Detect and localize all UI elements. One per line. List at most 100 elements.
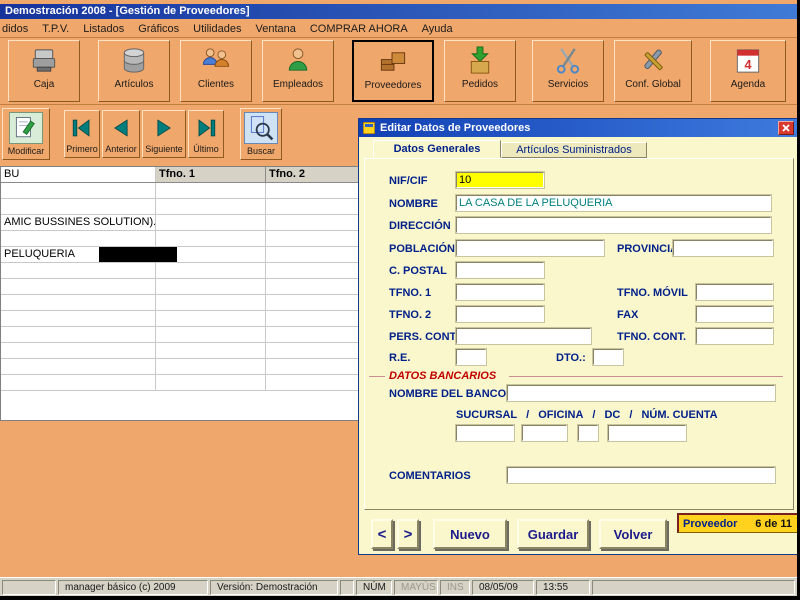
- banco-label: NOMBRE DEL BANCO: [389, 388, 507, 400]
- previous-record-button[interactable]: Anterior: [102, 110, 140, 158]
- status-panel-empty: [2, 579, 56, 595]
- menu-item-ventana[interactable]: Ventana: [248, 23, 302, 35]
- status-date: 08/05/09: [472, 579, 534, 595]
- poblacion-input[interactable]: [455, 239, 605, 257]
- poblacion-label: POBLACIÓN: [389, 243, 455, 255]
- fax-input[interactable]: [695, 305, 774, 323]
- tfno1-input[interactable]: [455, 283, 545, 301]
- buscar-label: Buscar: [246, 146, 275, 156]
- table-row[interactable]: [1, 311, 361, 327]
- table-row[interactable]: [1, 263, 361, 279]
- comentarios-input[interactable]: [506, 466, 776, 484]
- record-counter: Proveedor 6 de 11: [677, 513, 797, 533]
- separator: /: [592, 409, 596, 421]
- last-record-button[interactable]: Último: [188, 110, 224, 158]
- provincia-label: PROVINCIA: [617, 243, 679, 255]
- table-row[interactable]: [1, 359, 361, 375]
- table-row[interactable]: [1, 199, 361, 215]
- direccion-label: DIRECCIÓN: [389, 220, 451, 232]
- table-row[interactable]: AMIC BUSSINES SOLUTION).: [1, 215, 361, 231]
- table-row[interactable]: [1, 231, 361, 247]
- tfno2-input[interactable]: [455, 305, 545, 323]
- grid-header-tfno1: Tfno. 1: [156, 167, 266, 182]
- divider: [369, 376, 385, 377]
- menu-item-pedidos[interactable]: didos: [0, 23, 35, 35]
- menu-item-graficos[interactable]: Gráficos: [131, 23, 186, 35]
- menu-item-ayuda[interactable]: Ayuda: [415, 23, 460, 35]
- num-cuenta-input[interactable]: [607, 424, 687, 442]
- first-record-button[interactable]: Primero: [64, 110, 100, 158]
- menu-item-comprar-ahora[interactable]: COMPRAR AHORA: [303, 23, 415, 35]
- table-row[interactable]: [1, 183, 361, 199]
- menu-item-listados[interactable]: Listados: [76, 23, 131, 35]
- separator: /: [629, 409, 633, 421]
- toolbar-button-conf-global[interactable]: Conf. Global: [614, 40, 692, 102]
- modificar-button[interactable]: Modificar: [2, 108, 50, 160]
- banco-input[interactable]: [506, 384, 776, 402]
- nif-input[interactable]: [455, 171, 545, 189]
- toolbar-button-clientes[interactable]: Clientes: [180, 40, 252, 102]
- svg-text:4: 4: [745, 58, 752, 72]
- buscar-button[interactable]: Buscar: [240, 108, 282, 160]
- orders-box-arrow-icon: [463, 44, 497, 77]
- table-row[interactable]: [1, 295, 361, 311]
- pers-cont-input[interactable]: [455, 327, 592, 345]
- next-button[interactable]: >: [397, 519, 419, 549]
- close-icon[interactable]: [778, 121, 794, 135]
- toolbar-button-servicios[interactable]: Servicios: [532, 40, 604, 102]
- tfno-cont-input[interactable]: [695, 327, 774, 345]
- dialog-title-bar[interactable]: Editar Datos de Proveedores: [359, 119, 797, 137]
- menu-item-tpv[interactable]: T.P.V.: [35, 23, 76, 35]
- re-input[interactable]: [455, 348, 487, 366]
- toolbar-button-agenda[interactable]: 4 Agenda: [710, 40, 786, 102]
- previous-button[interactable]: <: [371, 519, 393, 549]
- tfno-movil-input[interactable]: [695, 283, 774, 301]
- table-row[interactable]: [1, 343, 361, 359]
- tab-datos-generales[interactable]: Datos Generales: [373, 140, 501, 158]
- status-bar: manager básico (c) 2009 Versión: Demostr…: [0, 577, 797, 596]
- menu-item-utilidades[interactable]: Utilidades: [186, 23, 248, 35]
- next-record-button[interactable]: Siguiente: [142, 110, 186, 158]
- direccion-input[interactable]: [455, 216, 772, 234]
- oficina-input[interactable]: [521, 424, 568, 442]
- window-title: Demostración 2008 - [Gestión de Proveedo…: [5, 5, 250, 17]
- record-counter-label: Proveedor: [683, 517, 738, 530]
- calendar-icon: 4: [731, 44, 765, 77]
- sucursal-label: SUCURSAL: [456, 409, 518, 421]
- dialog-title: Editar Datos de Proveedores: [380, 122, 531, 134]
- toolbar-button-caja[interactable]: Caja: [8, 40, 80, 102]
- grid-header-tfno2: Tfno. 2: [266, 167, 361, 182]
- cash-register-icon: [27, 44, 61, 77]
- table-row[interactable]: [1, 327, 361, 343]
- table-row-selected[interactable]: PELUQUERIA: [1, 247, 361, 263]
- table-row[interactable]: [1, 279, 361, 295]
- divider: [0, 104, 797, 105]
- status-app-info: manager básico (c) 2009: [58, 579, 208, 595]
- nuevo-button[interactable]: Nuevo: [433, 519, 507, 549]
- tfno2-label: TFNO. 2: [389, 309, 432, 321]
- provincia-input[interactable]: [672, 239, 774, 257]
- status-version: Versión: Demostración: [210, 579, 338, 595]
- employee-person-icon: [281, 44, 315, 77]
- tab-articulos-suministrados[interactable]: Artículos Suministrados: [501, 142, 647, 158]
- previous-record-label: Anterior: [105, 144, 137, 154]
- supplier-boxes-icon: [376, 45, 410, 78]
- comentarios-label: COMENTARIOS: [389, 470, 471, 482]
- nombre-input[interactable]: [455, 194, 772, 212]
- suppliers-grid: BU Tfno. 1 Tfno. 2 AMIC BUSSINES SOLUTIO…: [0, 166, 362, 421]
- guardar-button[interactable]: Guardar: [517, 519, 589, 549]
- dto-input[interactable]: [592, 348, 624, 366]
- volver-button[interactable]: Volver: [599, 519, 667, 549]
- tools-icon: [636, 44, 670, 77]
- toolbar-button-articulos[interactable]: Artículos: [98, 40, 170, 102]
- toolbar-button-empleados[interactable]: Empleados: [262, 40, 334, 102]
- toolbar-button-proveedores[interactable]: Proveedores: [352, 40, 434, 102]
- cpostal-label: C. POSTAL: [389, 265, 447, 277]
- sucursal-input[interactable]: [455, 424, 515, 442]
- cpostal-input[interactable]: [455, 261, 545, 279]
- table-row[interactable]: [1, 375, 361, 391]
- title-bar[interactable]: Demostración 2008 - [Gestión de Proveedo…: [0, 4, 797, 19]
- tfno1-label: TFNO. 1: [389, 287, 432, 299]
- dc-input[interactable]: [577, 424, 599, 442]
- toolbar-button-pedidos[interactable]: Pedidos: [444, 40, 516, 102]
